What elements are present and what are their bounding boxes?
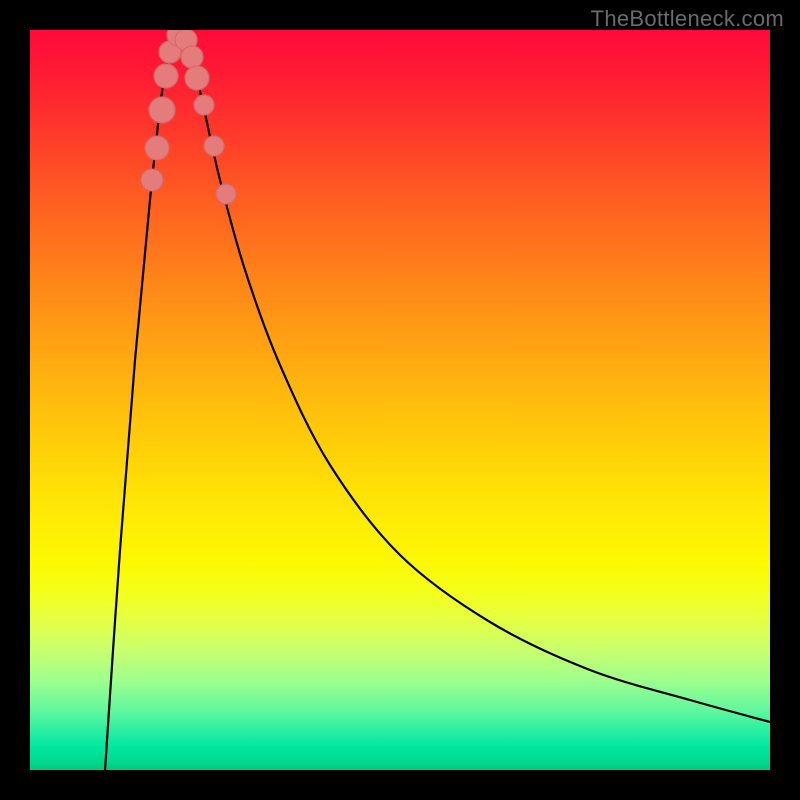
chart-frame: TheBottleneck.com bbox=[0, 0, 800, 800]
data-dot bbox=[204, 136, 224, 156]
data-dot bbox=[181, 46, 203, 68]
watermark-text: TheBottleneck.com bbox=[591, 6, 784, 32]
curve-b bbox=[183, 30, 770, 722]
data-dot bbox=[149, 97, 175, 123]
data-dot bbox=[194, 95, 214, 115]
curve-layer bbox=[30, 30, 770, 770]
data-dot bbox=[141, 169, 163, 191]
data-dot bbox=[216, 184, 236, 204]
data-dot bbox=[154, 64, 178, 88]
dots-group bbox=[141, 30, 236, 204]
data-dot bbox=[185, 66, 209, 90]
curve-a bbox=[105, 30, 183, 770]
data-dot bbox=[145, 136, 169, 160]
plot-area bbox=[30, 30, 770, 770]
